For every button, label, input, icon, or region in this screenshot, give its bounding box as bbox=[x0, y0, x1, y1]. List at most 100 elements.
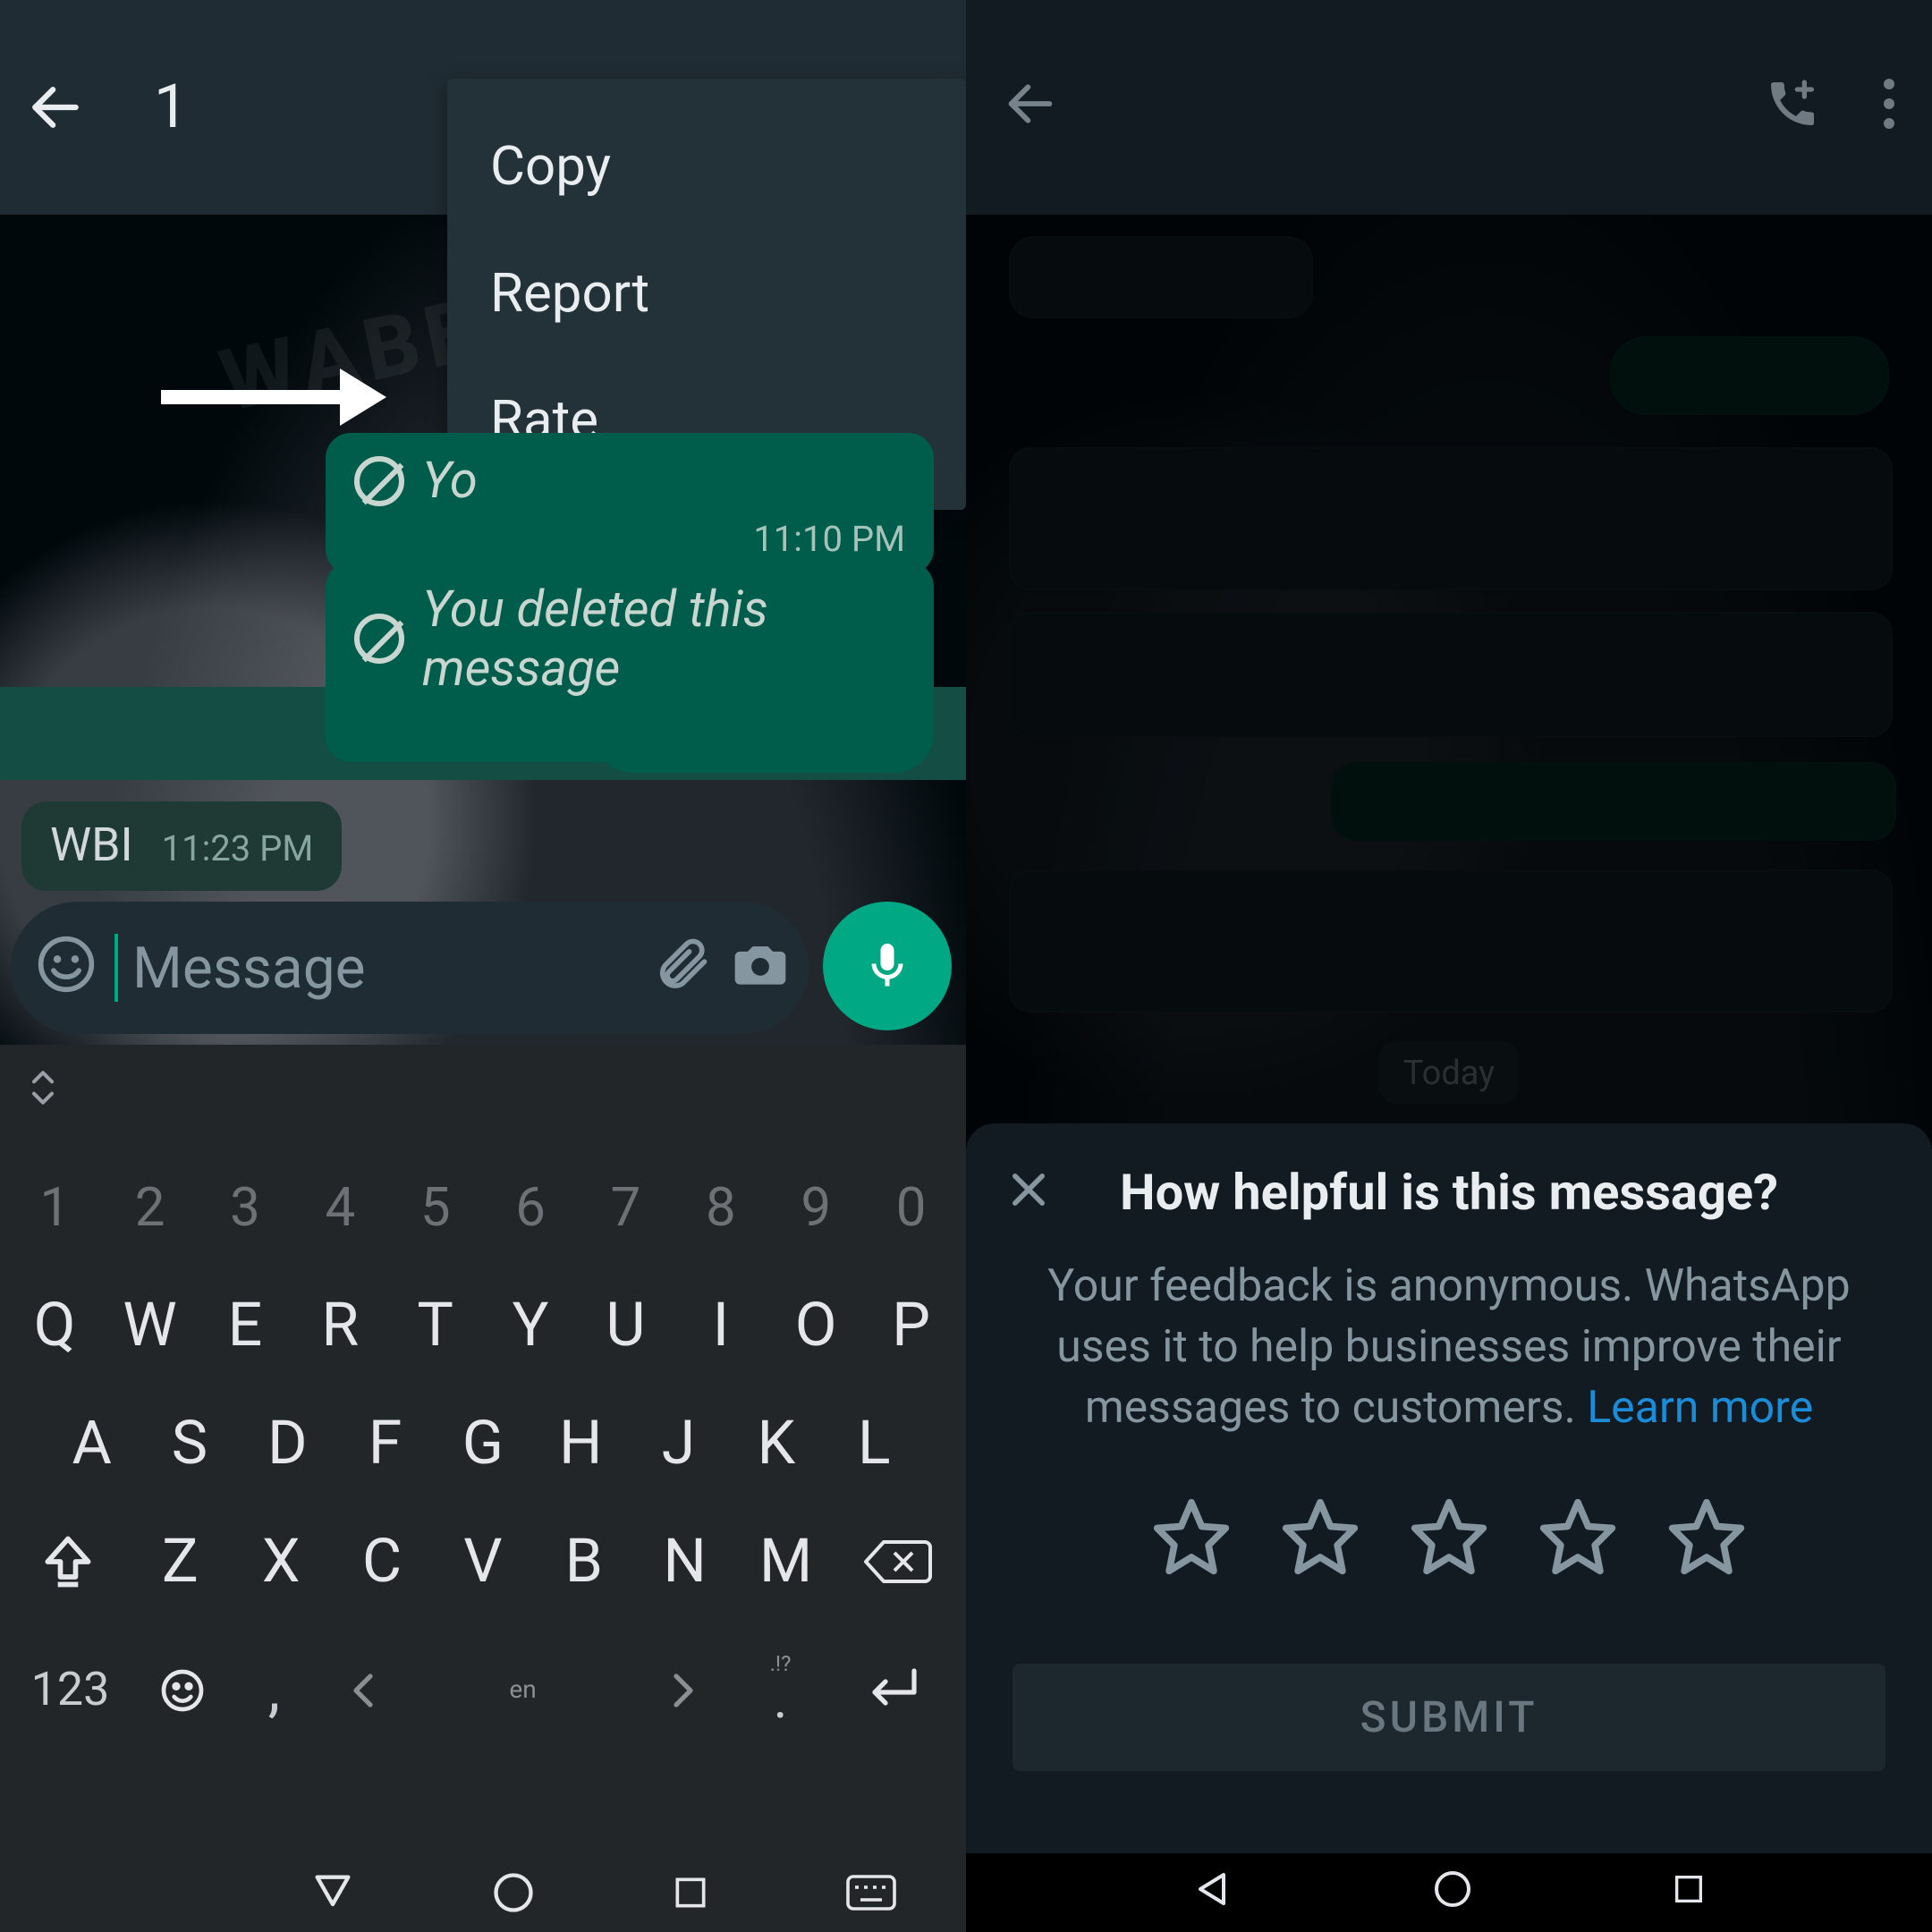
backspace-key[interactable] bbox=[843, 1537, 951, 1587]
incoming-message[interactable]: WBI 11:23 PM bbox=[21, 801, 342, 891]
key-y[interactable]: Y bbox=[487, 1267, 573, 1385]
onscreen-keyboard: 1 2 3 4 5 6 7 8 9 0 Q W E R T Y U I O bbox=[0, 1045, 966, 1932]
key-h[interactable]: H bbox=[538, 1385, 623, 1503]
submit-button[interactable]: SUBMIT bbox=[1013, 1665, 1885, 1772]
keyboard-number-row: 1 2 3 4 5 6 7 8 9 0 bbox=[0, 1148, 966, 1267]
forbidden-icon bbox=[354, 455, 404, 505]
key-u[interactable]: U bbox=[582, 1267, 668, 1385]
rating-description: Your feedback is anonymous. WhatsApp use… bbox=[1013, 1258, 1885, 1439]
key-cursor-right[interactable] bbox=[648, 1631, 719, 1750]
nav-home-icon[interactable] bbox=[1431, 1868, 1474, 1918]
message-time: 11:10 PM bbox=[354, 517, 905, 560]
key-cursor-left[interactable] bbox=[327, 1631, 399, 1750]
key-enter[interactable] bbox=[843, 1664, 943, 1717]
key-4[interactable]: 4 bbox=[297, 1148, 383, 1267]
key-m[interactable]: M bbox=[743, 1503, 829, 1621]
key-v[interactable]: V bbox=[440, 1503, 526, 1621]
key-comma[interactable]: , bbox=[248, 1631, 301, 1750]
key-r[interactable]: R bbox=[297, 1267, 383, 1385]
suggestion-bar bbox=[0, 1045, 966, 1141]
voice-record-button[interactable] bbox=[823, 902, 952, 1030]
message-time: 11:23 PM bbox=[162, 826, 314, 869]
outgoing-deleted-message-1[interactable]: Yo 11:10 PM bbox=[326, 433, 934, 574]
more-options-icon[interactable] bbox=[1882, 77, 1896, 138]
chat-screen-rating-dialog: Today WABETAINFO How helpful is this me bbox=[966, 0, 1932, 1932]
nav-home-icon[interactable] bbox=[490, 1869, 537, 1916]
key-spacebar[interactable]: en bbox=[425, 1631, 622, 1750]
rating-title: How helpful is this message? bbox=[1013, 1163, 1885, 1222]
star-1[interactable] bbox=[1150, 1496, 1233, 1586]
emoji-icon[interactable] bbox=[36, 934, 97, 1002]
back-icon[interactable] bbox=[1002, 75, 1059, 140]
deleted-text-partial: Yo bbox=[422, 451, 478, 510]
key-period[interactable]: .!? . bbox=[745, 1631, 817, 1750]
key-s[interactable]: S bbox=[147, 1385, 233, 1503]
expand-suggestions-icon[interactable] bbox=[25, 1063, 61, 1123]
key-5[interactable]: 5 bbox=[393, 1148, 479, 1267]
message-input-bar: Message bbox=[11, 902, 809, 1034]
key-1[interactable]: 1 bbox=[12, 1148, 97, 1267]
annotation-arrow bbox=[161, 369, 386, 426]
key-emoji[interactable] bbox=[143, 1631, 222, 1750]
key-x[interactable]: X bbox=[238, 1503, 324, 1621]
key-j[interactable]: J bbox=[636, 1385, 722, 1503]
learn-more-link[interactable]: Learn more bbox=[1587, 1382, 1813, 1434]
rating-bottom-sheet: How helpful is this message? Your feedba… bbox=[966, 1123, 1932, 1853]
back-icon[interactable] bbox=[25, 77, 86, 138]
close-icon[interactable] bbox=[1005, 1166, 1052, 1220]
star-4[interactable] bbox=[1537, 1496, 1619, 1586]
keyboard-row-zxcv: Z X C V B N M bbox=[0, 1503, 966, 1621]
camera-icon[interactable] bbox=[730, 934, 791, 1002]
key-3[interactable]: 3 bbox=[202, 1148, 288, 1267]
key-f[interactable]: F bbox=[343, 1385, 428, 1503]
menu-item-copy[interactable]: Copy bbox=[447, 104, 966, 231]
key-6[interactable]: 6 bbox=[487, 1148, 573, 1267]
key-e[interactable]: E bbox=[202, 1267, 288, 1385]
keyboard-bottom-row: 123 , en .!? . bbox=[0, 1631, 966, 1750]
key-mode-toggle[interactable]: 123 bbox=[24, 1631, 117, 1750]
shift-key[interactable] bbox=[14, 1531, 122, 1592]
system-nav-bar bbox=[966, 1853, 1932, 1932]
nav-back-icon[interactable] bbox=[309, 1869, 356, 1916]
key-2[interactable]: 2 bbox=[107, 1148, 193, 1267]
key-a[interactable]: A bbox=[49, 1385, 135, 1503]
nav-keyboard-switch-icon[interactable] bbox=[845, 1873, 899, 1912]
key-9[interactable]: 9 bbox=[773, 1148, 859, 1267]
key-t[interactable]: T bbox=[393, 1267, 479, 1385]
star-5[interactable] bbox=[1665, 1496, 1748, 1586]
key-p[interactable]: P bbox=[869, 1267, 954, 1385]
add-call-icon[interactable] bbox=[1764, 75, 1821, 140]
key-q[interactable]: Q bbox=[12, 1267, 97, 1385]
keyboard-language-label: en bbox=[509, 1676, 536, 1705]
chat-screen-message-selected: WABETAINFO 1 Copy Report Rate Yo bbox=[0, 0, 966, 1932]
outgoing-message-blank[interactable] bbox=[594, 694, 934, 773]
forbidden-icon bbox=[354, 614, 404, 664]
key-w[interactable]: W bbox=[107, 1267, 193, 1385]
menu-item-report[interactable]: Report bbox=[447, 231, 966, 358]
star-2[interactable] bbox=[1279, 1496, 1361, 1586]
attach-icon[interactable] bbox=[651, 934, 712, 1002]
nav-recents-icon[interactable] bbox=[671, 1873, 710, 1912]
rating-stars bbox=[1013, 1496, 1885, 1586]
key-n[interactable]: N bbox=[642, 1503, 728, 1621]
key-g[interactable]: G bbox=[440, 1385, 526, 1503]
key-z[interactable]: Z bbox=[137, 1503, 223, 1621]
key-c[interactable]: C bbox=[339, 1503, 425, 1621]
key-d[interactable]: D bbox=[244, 1385, 330, 1503]
key-k[interactable]: K bbox=[733, 1385, 819, 1503]
nav-recents-icon[interactable] bbox=[1671, 1871, 1707, 1914]
star-3[interactable] bbox=[1408, 1496, 1490, 1586]
key-b[interactable]: B bbox=[541, 1503, 627, 1621]
key-i[interactable]: I bbox=[678, 1267, 764, 1385]
deleted-text: You deleted this message bbox=[422, 580, 905, 698]
key-o[interactable]: O bbox=[773, 1267, 859, 1385]
nav-back-icon[interactable] bbox=[1191, 1868, 1234, 1918]
message-input[interactable]: Message bbox=[114, 934, 633, 1002]
keyboard-row-qwerty: Q W E R T Y U I O P bbox=[0, 1267, 966, 1385]
key-0[interactable]: 0 bbox=[869, 1148, 954, 1267]
chat-top-bar bbox=[966, 0, 1932, 215]
selected-count: 1 bbox=[154, 72, 188, 143]
key-7[interactable]: 7 bbox=[582, 1148, 668, 1267]
key-l[interactable]: L bbox=[831, 1385, 917, 1503]
key-8[interactable]: 8 bbox=[678, 1148, 764, 1267]
